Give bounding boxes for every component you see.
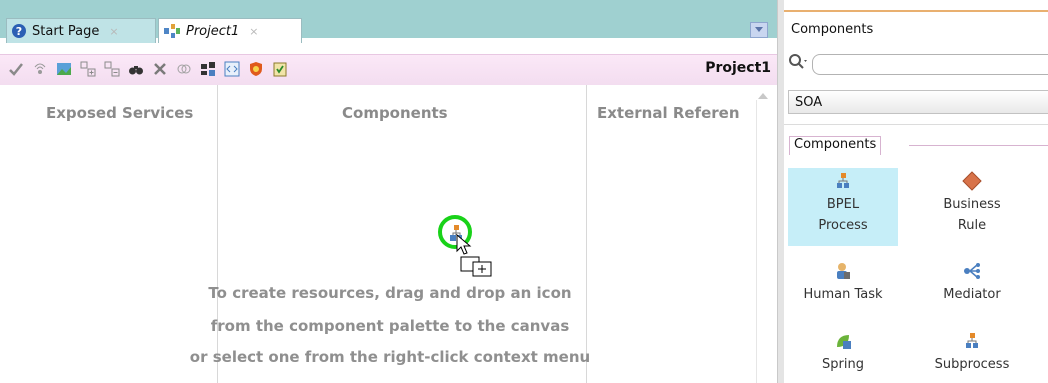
vertical-scrollbar[interactable]: [756, 100, 771, 383]
tab-project1-label: Project1: [186, 23, 240, 39]
palette-search: [788, 52, 1048, 76]
component-palette: Components SOA Components BPEL Process B…: [784, 0, 1048, 383]
subprocess-icon: [917, 328, 1027, 354]
editor-title: Project1: [705, 60, 771, 76]
canvas-hint-line: from the component palette to the canvas: [210, 317, 570, 335]
column-header-external-references: External Referen: [597, 104, 740, 122]
palette-item-label: Spring: [822, 357, 864, 372]
collapse-icon[interactable]: [104, 61, 120, 77]
palette-item-bpel-process[interactable]: BPEL Process: [788, 168, 898, 246]
panel-divider: [784, 124, 1048, 125]
tab-start-page-label: Start Page: [32, 23, 100, 39]
section-rule: [909, 145, 1048, 146]
palette-item-label: Subprocess: [934, 357, 1010, 372]
image-icon[interactable]: [56, 61, 72, 77]
palette-item-label: BPEL: [826, 197, 860, 212]
tab-list-dropdown-icon[interactable]: [750, 22, 768, 38]
expand-icon[interactable]: [80, 61, 96, 77]
palette-item-subprocess[interactable]: Subprocess: [917, 328, 1027, 382]
editor-toolbar: Project1: [0, 54, 777, 86]
palette-item-spring[interactable]: Spring: [788, 328, 898, 382]
palette-item-label: Rule: [957, 218, 987, 233]
composite-icon: [163, 23, 181, 39]
palette-category-value: SOA: [795, 95, 823, 110]
column-divider: [586, 85, 587, 383]
delete-icon[interactable]: [152, 61, 168, 77]
mediator-icon: [917, 258, 1027, 284]
palette-item-business-rule[interactable]: Business Rule: [917, 168, 1027, 246]
palette-category-select[interactable]: SOA: [788, 90, 1048, 114]
help-circle-icon: ?: [11, 23, 27, 39]
canvas-hint-line: or select one from the right-click conte…: [189, 348, 591, 366]
link-icon[interactable]: [176, 61, 192, 77]
column-header-components: Components: [342, 104, 448, 122]
column-header-exposed-services: Exposed Services: [46, 104, 194, 122]
composite-canvas[interactable]: [0, 85, 777, 383]
business-rule-icon: [917, 168, 1027, 194]
palette-item-label: Mediator: [943, 287, 1001, 302]
palette-title: Components: [791, 22, 874, 37]
scroll-up-icon[interactable]: [758, 93, 768, 99]
column-divider: [217, 85, 218, 383]
test-icon[interactable]: [272, 61, 288, 77]
validate-icon[interactable]: [8, 61, 24, 77]
search-icon[interactable]: [788, 52, 812, 76]
deploy-icon[interactable]: [200, 61, 216, 77]
composite-editor: ? Start Page × Project1 × Project1 Expos…: [0, 0, 777, 383]
xml-icon[interactable]: [224, 61, 240, 77]
tab-project1-close-icon[interactable]: ×: [249, 25, 258, 38]
tab-start-page-close-icon[interactable]: ×: [109, 25, 118, 38]
section-header-components[interactable]: Components: [789, 136, 882, 155]
svg-text:?: ?: [16, 25, 22, 38]
drag-copy-icon: [460, 256, 494, 282]
wire-icon[interactable]: [32, 61, 48, 77]
find-icon[interactable]: [128, 61, 144, 77]
palette-item-human-task[interactable]: Human Task: [788, 258, 898, 312]
palette-item-label: Process: [818, 218, 868, 233]
bpel-process-icon: [788, 168, 898, 194]
search-input[interactable]: [812, 54, 1048, 75]
canvas-hint-line: To create resources, drag and drop an ic…: [208, 284, 572, 302]
palette-item-label: Human Task: [803, 287, 883, 302]
security-icon[interactable]: [248, 61, 264, 77]
spring-icon: [788, 328, 898, 354]
editor-tab-strip: ? Start Page × Project1 ×: [0, 0, 777, 43]
tab-project1[interactable]: Project1 ×: [158, 18, 302, 43]
palette-item-mediator[interactable]: Mediator: [917, 258, 1027, 312]
palette-item-label: Business: [943, 197, 1001, 212]
tab-start-page[interactable]: ? Start Page ×: [6, 18, 156, 43]
human-task-icon: [788, 258, 898, 284]
palette-header: Components: [784, 10, 1048, 48]
